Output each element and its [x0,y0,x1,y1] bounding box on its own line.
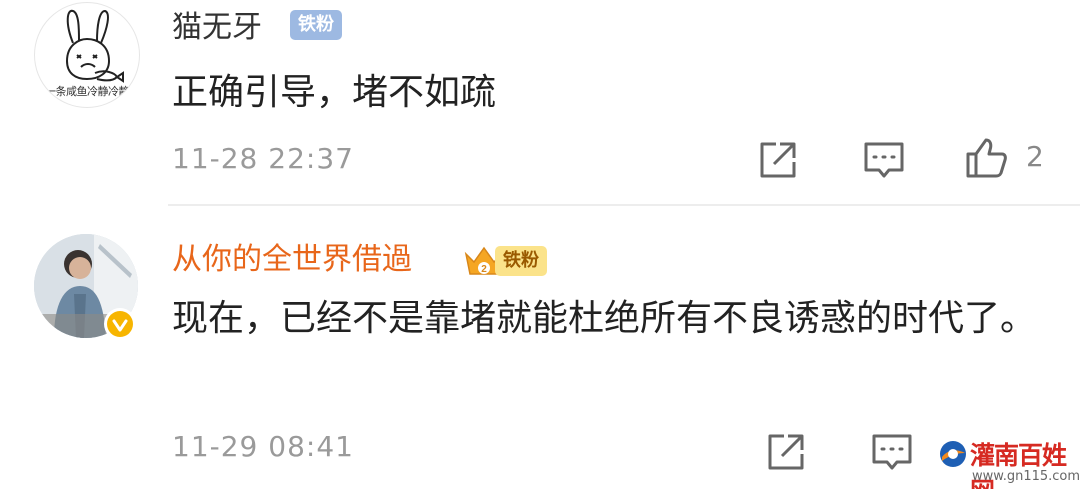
verified-badge-icon [104,308,136,340]
comment-list: 一条咸鱼冷静冷静 猫无牙 铁粉 正确引导，堵不如疏 11-28 22:37 2 … [0,0,1080,489]
share-icon[interactable] [756,138,800,182]
username[interactable]: 猫无牙 [172,8,262,48]
watermark-url: www.gn115.com [972,469,1080,484]
avatar[interactable]: 一条咸鱼冷静冷静 [34,2,140,108]
watermark: 灌南百姓网 www.gn115.com [936,436,1080,489]
share-icon[interactable] [764,430,808,474]
fan-level: 2 [481,264,487,275]
comment-text: 正确引导，堵不如疏 [172,72,497,113]
comment-text: 现在，已经不是靠堵就能杜绝所有不良诱惑的时代了。 [172,298,1037,339]
username[interactable]: 从你的全世界借過 [172,240,412,280]
timestamp: 11-28 22:37 [172,142,354,175]
watermark-logo-icon [940,441,966,467]
comment-item: 一条咸鱼冷静冷静 猫无牙 铁粉 正确引导，堵不如疏 11-28 22:37 2 [0,0,1080,206]
fan-badge[interactable]: 铁粉 [290,10,342,40]
like-count: 2 [1026,140,1044,173]
comment-item: 从你的全世界借過 2 铁粉 现在，已经不是靠堵就能杜绝所有不良诱惑的时代了。 1… [0,206,1080,489]
avatar-caption: 一条咸鱼冷静冷静 [45,85,130,98]
comment-icon[interactable] [862,138,906,182]
thumbs-up-icon[interactable] [964,136,1008,180]
comment-icon[interactable] [870,430,914,474]
fan-badge[interactable]: 铁粉 [495,246,547,276]
timestamp: 11-29 08:41 [172,430,354,463]
